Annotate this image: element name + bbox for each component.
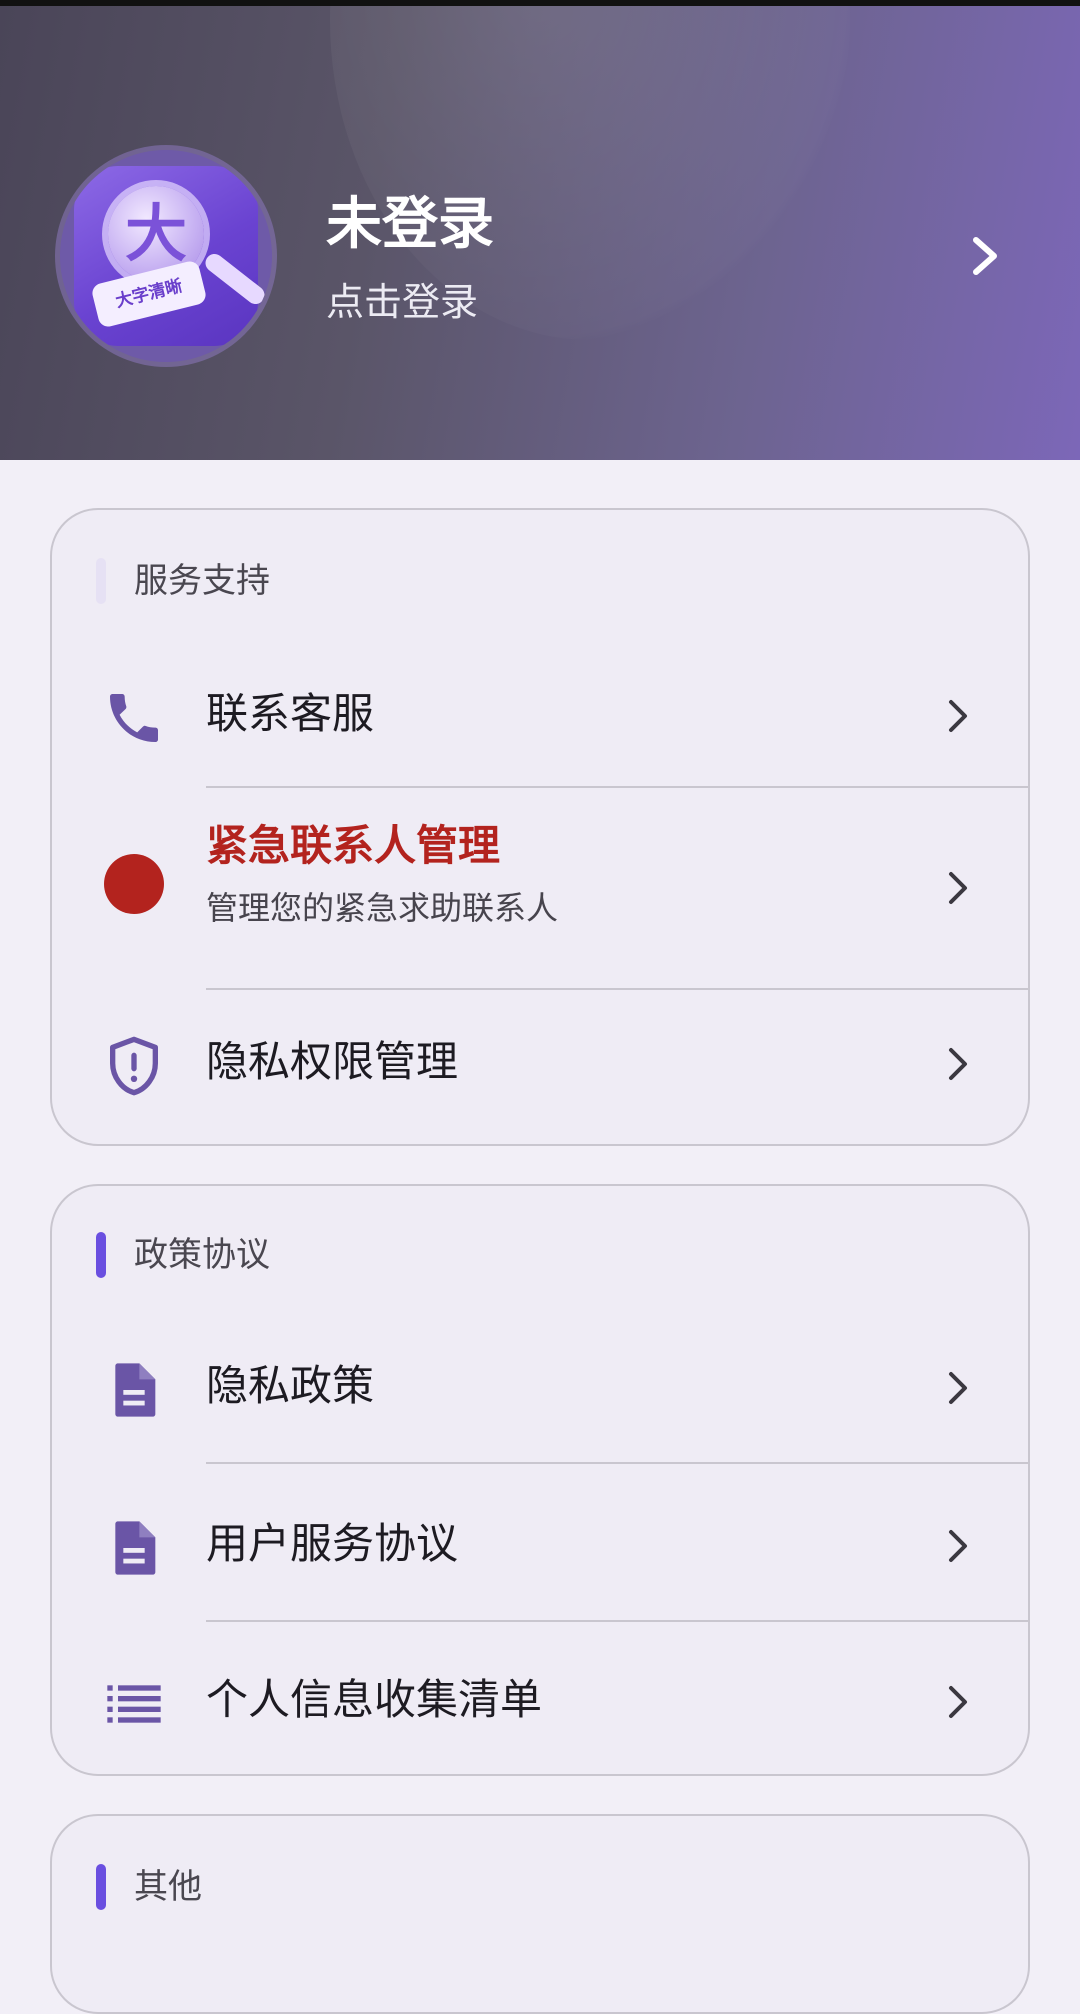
menu-item-contact-service[interactable]: 联系客服 (52, 640, 1028, 790)
phone-icon (110, 694, 158, 742)
menu-item-personal-info-list[interactable]: 个人信息收集清单 (52, 1622, 1028, 1772)
menu-item-label: 个人信息收集清单 (206, 1675, 543, 1724)
menu-item-label: 隐私权限管理 (206, 1037, 459, 1086)
chevron-right-icon (949, 872, 967, 904)
menu-item-label: 紧急联系人管理 (206, 821, 501, 870)
menu-item-user-agreement[interactable]: 用户服务协议 (52, 1464, 1028, 1622)
other-card: 其他 (50, 1814, 1030, 2014)
login-status-title[interactable]: 未登录 (326, 190, 494, 260)
policy-card: 政策协议 隐私政策 用户服务协议 个人信息收集清单 (50, 1184, 1030, 1776)
status-bar (0, 0, 1080, 6)
menu-item-privacy-policy[interactable]: 隐私政策 (52, 1306, 1028, 1464)
chevron-right-icon[interactable] (968, 234, 1004, 278)
menu-item-label: 联系客服 (206, 689, 375, 738)
profile-header[interactable]: 大 大字清晰 未登录 点击登录 (0, 0, 1080, 460)
section-title: 服务支持 (134, 561, 270, 601)
menu-item-privacy-permissions[interactable]: 隐私权限管理 (52, 990, 1028, 1140)
chevron-right-icon (949, 1530, 967, 1562)
menu-item-label: 隐私政策 (206, 1361, 375, 1410)
menu-item-label: 用户服务协议 (206, 1519, 459, 1568)
login-prompt[interactable]: 点击登录 (326, 276, 478, 328)
chevron-right-icon (949, 1048, 967, 1080)
section-accent-bar (96, 1232, 106, 1278)
service-support-card: 服务支持 联系客服 紧急联系人管理 管理您的紧急求助联系人 隐私权限管理 (50, 508, 1030, 1146)
chevron-right-icon (949, 1686, 967, 1718)
menu-item-sublabel: 管理您的紧急求助联系人 (206, 889, 559, 927)
shield-icon (110, 1036, 158, 1096)
section-title: 政策协议 (134, 1235, 270, 1275)
document-icon (115, 1363, 156, 1417)
menu-item-emergency-contacts[interactable]: 紧急联系人管理 管理您的紧急求助联系人 (52, 788, 1028, 988)
red-dot-icon (104, 854, 164, 914)
section-title: 其他 (134, 1867, 202, 1907)
section-accent-bar (96, 558, 106, 604)
avatar[interactable]: 大 大字清晰 (60, 150, 272, 362)
chevron-right-icon (949, 1372, 967, 1404)
list-icon (107, 1685, 161, 1723)
chevron-right-icon (949, 700, 967, 732)
document-icon (115, 1521, 156, 1575)
section-accent-bar (96, 1864, 106, 1910)
